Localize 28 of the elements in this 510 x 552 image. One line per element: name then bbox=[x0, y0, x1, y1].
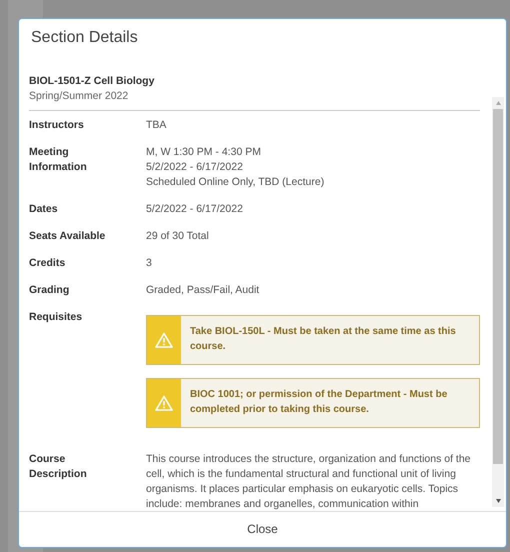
field-value: M, W 1:30 PM - 4:30 PM bbox=[146, 145, 262, 160]
field-label: Grading bbox=[29, 283, 70, 298]
scroll-down-arrow-icon[interactable] bbox=[496, 499, 500, 503]
course-title: BIOL-1501-Z Cell Biology bbox=[29, 74, 156, 89]
field-value: Scheduled Online Only, TBD (Lecture) bbox=[146, 175, 326, 190]
alert-text: BIOC 1001; or permission of the Department - Must be completed prior to taking this course. bbox=[189, 388, 448, 417]
field-label: Course Description bbox=[29, 452, 88, 482]
alert-text: Take BIOL-150L - Must be taken at the same time as this course. bbox=[189, 325, 457, 354]
warning-icon bbox=[155, 395, 173, 411]
field-value: 5/2/2022 - 6/17/2022 bbox=[146, 202, 244, 217]
field-label: Requisites bbox=[29, 310, 84, 325]
field-value: 5/2/2022 - 6/17/2022 bbox=[146, 160, 244, 175]
course-description: This course introduces the structure, organization and functions of the cell, which is the fundamental structural and functional unit of living organisms. It places particular emphasis on eukaryotic cells. Topics include: membranes and organelles, communication within bbox=[146, 452, 472, 511]
field-label: Dates bbox=[29, 202, 59, 217]
warning-icon bbox=[155, 332, 173, 348]
field-value: 3 bbox=[146, 256, 153, 271]
field-label: Meeting Information bbox=[29, 145, 88, 175]
field-label: Credits bbox=[29, 256, 66, 271]
field-value: TBA bbox=[146, 118, 168, 133]
field-label: Instructors bbox=[29, 118, 85, 133]
field-value: Graded, Pass/Fail, Audit bbox=[146, 283, 260, 298]
dialog-title: Section Details bbox=[30, 28, 139, 48]
scroll-up-arrow-icon[interactable] bbox=[496, 101, 500, 105]
scrollbar-thumb[interactable] bbox=[493, 109, 503, 464]
term-text: Spring/Summer 2022 bbox=[29, 89, 130, 104]
close-button[interactable]: Close bbox=[235, 518, 290, 541]
field-label: Seats Available bbox=[29, 229, 106, 244]
field-value: 29 of 30 Total bbox=[146, 229, 210, 244]
